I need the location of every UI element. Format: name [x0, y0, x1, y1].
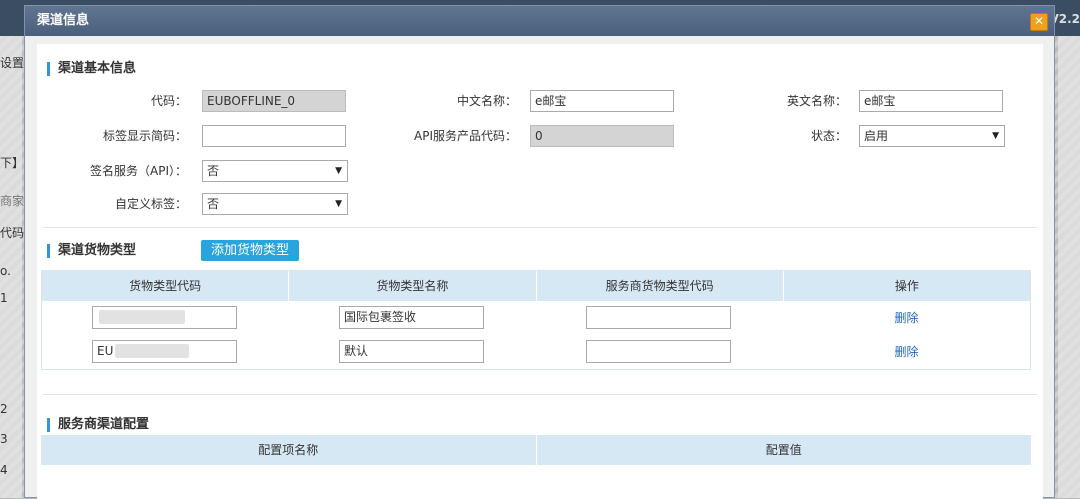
bg-peek-text: 4: [0, 463, 8, 477]
table-header: 配置项名称 配置值: [41, 435, 1031, 465]
cargo-code-field[interactable]: 2: [92, 306, 237, 329]
cargo-name-field[interactable]: 国际包裹签收: [339, 306, 484, 329]
cargo-name-field[interactable]: 默认: [339, 340, 484, 363]
dialog-content: 渠道基本信息 代码： EUBOFFLINE_0 中文名称： e邮宝 英文名称： …: [37, 44, 1043, 499]
code-label: 代码：: [150, 94, 187, 108]
bg-peek-text: 1: [0, 291, 8, 305]
status-label: 状态：: [810, 129, 847, 143]
add-cargo-type-button[interactable]: 添加货物类型: [201, 240, 299, 261]
custom-label-label: 自定义标签：: [114, 197, 187, 211]
status-select-value: 启用: [864, 129, 889, 143]
column-header: 操作: [894, 279, 919, 293]
section-divider: [43, 394, 1037, 395]
bg-peek-text: o.: [0, 264, 11, 278]
cargo-types-table: 货物类型代码 货物类型名称 服务商货物类型代码 操作 2 国际包裹签收 删除 E…: [41, 270, 1031, 370]
column-header: 配置项名称: [41, 435, 537, 465]
provider-config-table: 配置项名称 配置值: [41, 435, 1031, 465]
code-field[interactable]: EUBOFFLINE_0: [202, 90, 346, 112]
provider-cargo-code-field[interactable]: [586, 340, 731, 363]
bg-peek-text: 代码: [0, 226, 25, 240]
cargo-code-value: EU: [97, 344, 114, 358]
tag-short-code-field[interactable]: [202, 125, 346, 147]
custom-label-select-value: 否: [207, 197, 220, 211]
column-header: 货物类型代码: [42, 271, 290, 301]
custom-label-select[interactable]: 否: [202, 193, 348, 215]
dialog-titlebar[interactable]: 渠道信息 ✕: [25, 6, 1054, 36]
api-product-code-label: API服务产品代码：: [414, 129, 517, 143]
section-title-basic-info: 渠道基本信息: [47, 62, 136, 76]
cn-name-label: 中文名称：: [456, 94, 517, 108]
sign-service-label: 签名服务（API）：: [90, 164, 187, 178]
bg-peek-text: 3: [0, 432, 8, 446]
delete-link[interactable]: 删除: [783, 309, 1030, 326]
dialog-title: 渠道信息: [37, 13, 90, 28]
section-title-provider-config: 服务商渠道配置: [47, 418, 149, 432]
table-header: 货物类型代码 货物类型名称 服务商货物类型代码 操作: [42, 271, 1030, 301]
column-header: 服务商货物类型代码: [537, 271, 784, 301]
en-name-label: 英文名称：: [786, 94, 847, 108]
cargo-code-field[interactable]: EU: [92, 340, 237, 363]
tag-short-code-label: 标签显示简码：: [102, 129, 187, 143]
table-row: EU 默认 删除: [42, 335, 1030, 369]
en-name-field[interactable]: e邮宝: [859, 90, 1003, 112]
api-product-code-field[interactable]: 0: [530, 125, 674, 147]
close-icon[interactable]: ✕: [1030, 13, 1048, 31]
bg-peek-text: 设置: [0, 56, 25, 70]
bg-peek-text: 商家: [0, 194, 25, 208]
table-row: 2 国际包裹签收 删除: [42, 301, 1030, 335]
column-header: 配置值: [765, 443, 802, 457]
column-header: 货物类型名称: [289, 271, 537, 301]
provider-cargo-code-field[interactable]: [586, 306, 731, 329]
section-divider: [43, 227, 1037, 228]
section-title-cargo-types: 渠道货物类型: [47, 244, 136, 258]
bg-peek-text: 下】: [0, 156, 25, 170]
status-select[interactable]: 启用: [859, 125, 1005, 147]
background-right-panel: [1058, 36, 1080, 498]
cn-name-field[interactable]: e邮宝: [530, 90, 674, 112]
delete-link[interactable]: 删除: [783, 343, 1030, 360]
sign-service-select[interactable]: 否: [202, 160, 348, 182]
sign-service-select-value: 否: [207, 164, 220, 178]
channel-info-dialog: 渠道信息 ✕ 渠道基本信息 代码： EUBOFFLINE_0 中文名称： e邮宝…: [24, 5, 1055, 499]
bg-peek-text: 2: [0, 402, 8, 416]
